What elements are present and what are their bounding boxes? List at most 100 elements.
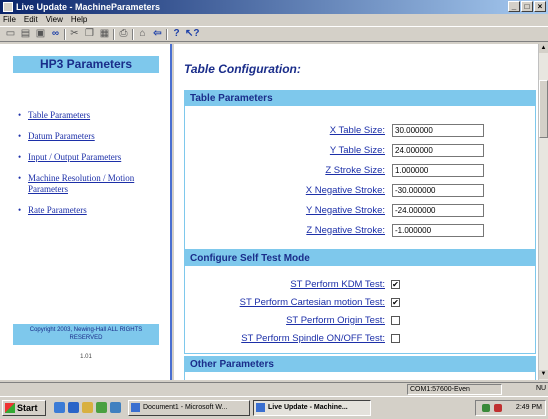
sidebar-header: HP3 Parameters	[13, 56, 159, 73]
st-spindle-test-label[interactable]: ST Perform Spindle ON/OFF Test:	[185, 333, 385, 344]
field-row: X Table Size:	[185, 123, 537, 137]
option-row: ST Perform Origin Test:	[185, 313, 537, 327]
task-live-update-label: Live Update - Machine...	[268, 404, 348, 411]
desktop-icon[interactable]	[54, 402, 65, 413]
toolbar: ▭ ▤ ▣ ∞ ✂ ❐ ▦ ⎙ ⌂ ⇦ ? ↖?	[0, 26, 548, 42]
field-row: X Negative Stroke:	[185, 183, 537, 197]
tray-volume-icon[interactable]	[494, 404, 502, 412]
copyright-notice: Copyright 2003, Newing-Hall ALL RIGHTS R…	[13, 324, 159, 345]
cut-icon[interactable]: ✂	[68, 28, 81, 40]
toolbar-separator	[166, 28, 168, 40]
option-row: ST Perform Spindle ON/OFF Test:	[185, 331, 537, 345]
vertical-scrollbar[interactable]: ▲ ▼	[538, 44, 548, 380]
app-icon	[3, 2, 13, 12]
back-icon[interactable]: ⇦	[151, 28, 164, 40]
field-row: Z Negative Stroke:	[185, 223, 537, 237]
x-negative-stroke-label[interactable]: X Negative Stroke:	[185, 185, 385, 196]
title-bar: Live Update - MachineParameters _ □ ×	[0, 0, 548, 14]
paste-icon[interactable]: ▦	[98, 28, 111, 40]
scroll-up-icon[interactable]: ▲	[539, 44, 548, 53]
open-icon[interactable]: ▤	[19, 28, 32, 40]
option-row: ST Perform Cartesian motion Test: ✔	[185, 295, 537, 309]
section-header-table-parameters: Table Parameters	[185, 91, 535, 106]
quicklaunch-icon[interactable]	[110, 402, 121, 413]
ie-icon[interactable]	[68, 402, 79, 413]
nav-link-io-parameters[interactable]: Input / Output Parameters	[18, 152, 158, 163]
system-tray: 2:49 PM	[475, 400, 546, 416]
taskbar: Start Document1 - Microsoft W... Live Up…	[0, 396, 548, 419]
z-stroke-size-input[interactable]	[392, 163, 484, 177]
page-title: Table Configuration:	[184, 62, 301, 76]
navigation-pane: HP3 Parameters Table Parameters Datum Pa…	[0, 44, 172, 380]
live-update-icon	[256, 403, 265, 412]
st-origin-test-label[interactable]: ST Perform Origin Test:	[185, 315, 385, 326]
help-icon[interactable]: ?	[170, 28, 183, 40]
menu-view[interactable]: View	[46, 14, 63, 26]
y-table-size-label[interactable]: Y Table Size:	[185, 145, 385, 156]
nav-link-rate-parameters[interactable]: Rate Parameters	[18, 205, 158, 216]
menu-help[interactable]: Help	[71, 14, 87, 26]
y-table-size-input[interactable]	[392, 143, 484, 157]
clock: 2:49 PM	[515, 404, 542, 411]
y-negative-stroke-input[interactable]	[392, 203, 484, 217]
other-parameters-section: Other Parameters	[184, 356, 536, 380]
st-kdm-test-checkbox[interactable]: ✔	[391, 279, 400, 289]
toolbar-separator	[132, 28, 134, 40]
task-live-update[interactable]: Live Update - Machine...	[253, 400, 371, 416]
context-help-icon[interactable]: ↖?	[185, 28, 200, 40]
scroll-down-icon[interactable]: ▼	[539, 370, 548, 379]
st-spindle-test-checkbox[interactable]	[391, 333, 400, 343]
maximize-button[interactable]: □	[521, 1, 533, 12]
close-button[interactable]: ×	[534, 1, 546, 12]
window-controls: _ □ ×	[508, 1, 546, 12]
nav-link-machine-resolution[interactable]: Machine Resolution / Motion Parameters	[18, 173, 158, 195]
home-icon[interactable]: ⌂	[136, 28, 149, 40]
version-label: 1.01	[80, 354, 92, 360]
y-negative-stroke-label[interactable]: Y Negative Stroke:	[185, 205, 385, 216]
copy-icon[interactable]: ❐	[83, 28, 96, 40]
menu-edit[interactable]: Edit	[24, 14, 38, 26]
status-num: NU	[536, 385, 547, 392]
new-icon[interactable]: ▭	[4, 28, 17, 40]
z-stroke-size-label[interactable]: Z Stroke Size:	[185, 165, 385, 176]
menu-file[interactable]: File	[3, 14, 16, 26]
task-document1-label: Document1 - Microsoft W...	[143, 404, 228, 411]
nav-link-table-parameters[interactable]: Table Parameters	[18, 110, 158, 121]
st-origin-test-checkbox[interactable]	[391, 315, 400, 325]
z-negative-stroke-input[interactable]	[392, 223, 484, 237]
section-header-other-parameters: Other Parameters	[185, 357, 535, 372]
z-negative-stroke-label[interactable]: Z Negative Stroke:	[185, 225, 385, 236]
x-table-size-input[interactable]	[392, 123, 484, 137]
field-row: Z Stroke Size:	[185, 163, 537, 177]
scroll-thumb[interactable]	[539, 80, 548, 138]
app-launch-icon[interactable]	[96, 402, 107, 413]
tray-network-icon[interactable]	[482, 404, 490, 412]
window-title: Live Update - MachineParameters	[16, 2, 161, 12]
task-document1[interactable]: Document1 - Microsoft W...	[128, 400, 250, 416]
field-row: Y Negative Stroke:	[185, 203, 537, 217]
x-table-size-label[interactable]: X Table Size:	[185, 125, 385, 136]
x-negative-stroke-input[interactable]	[392, 183, 484, 197]
binoculars-icon[interactable]: ∞	[49, 28, 62, 40]
table-parameters-section: Table Parameters X Table Size: Y Table S…	[184, 90, 536, 250]
nav-list: Table Parameters Datum Parameters Input …	[18, 110, 158, 226]
save-icon[interactable]: ▣	[34, 28, 47, 40]
explorer-icon[interactable]	[82, 402, 93, 413]
st-kdm-test-label[interactable]: ST Perform KDM Test:	[185, 279, 385, 290]
section-header-self-test: Configure Self Test Mode	[185, 251, 535, 266]
status-bar: COM1:57600-Even NU	[0, 382, 548, 395]
st-cartesian-test-label[interactable]: ST Perform Cartesian motion Test:	[185, 297, 385, 308]
windows-flag-icon	[5, 403, 15, 413]
st-cartesian-test-checkbox[interactable]: ✔	[391, 297, 400, 307]
start-button[interactable]: Start	[2, 400, 46, 416]
option-row: ST Perform KDM Test: ✔	[185, 277, 537, 291]
menu-bar: File Edit View Help	[0, 14, 548, 26]
print-icon[interactable]: ⎙	[117, 28, 130, 40]
nav-link-datum-parameters[interactable]: Datum Parameters	[18, 131, 158, 142]
word-icon	[131, 403, 140, 412]
start-label: Start	[17, 403, 38, 413]
content-pane: Table Configuration: Table Parameters X …	[174, 44, 538, 380]
status-port: COM1:57600-Even	[407, 384, 502, 395]
toolbar-separator	[113, 28, 115, 40]
minimize-button[interactable]: _	[508, 1, 520, 12]
